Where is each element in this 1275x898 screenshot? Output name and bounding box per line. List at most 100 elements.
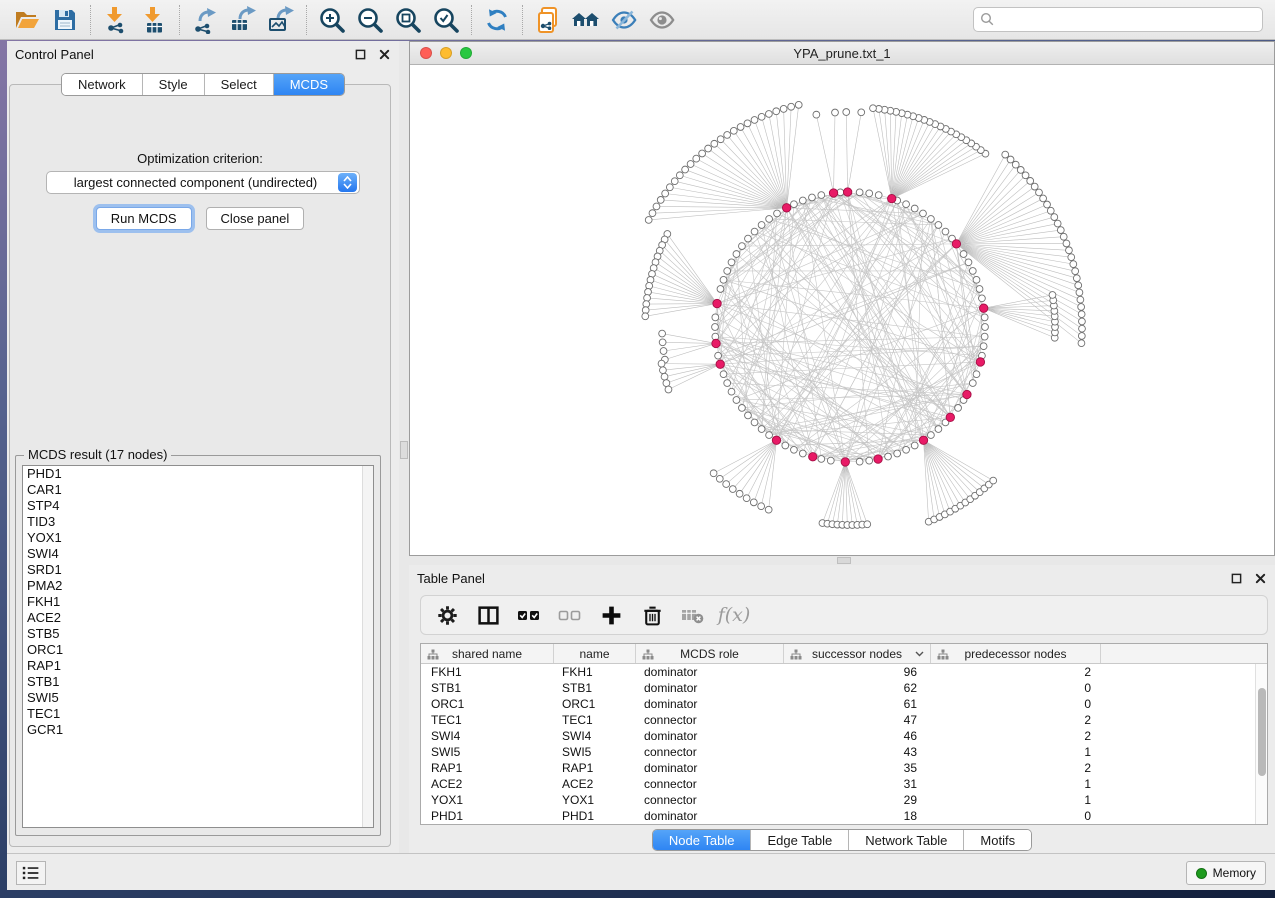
deselect-all-rows-button[interactable]	[554, 599, 586, 631]
table-row[interactable]: ACE2ACE2connector311	[421, 776, 1255, 792]
criterion-value: largest connected component (undirected)	[47, 175, 338, 190]
mcds-panel: Optimization criterion: largest connecte…	[9, 84, 391, 847]
mcds-result-item[interactable]: STB5	[23, 626, 373, 642]
split-pane-icon	[477, 604, 500, 627]
mcds-result-item[interactable]: PHD1	[23, 466, 373, 482]
table-row[interactable]: SWI5SWI5connector431	[421, 744, 1255, 760]
zoom-selected-button[interactable]	[427, 3, 465, 37]
tab-network[interactable]: Network	[62, 74, 143, 95]
network-document-button[interactable]	[529, 3, 567, 37]
tab-edge-table[interactable]: Edge Table	[751, 830, 849, 850]
export-table-button[interactable]	[224, 3, 262, 37]
delete-table-button[interactable]	[677, 599, 709, 631]
mcds-result-item[interactable]: YOX1	[23, 530, 373, 546]
mcds-result-item[interactable]: TEC1	[23, 706, 373, 722]
vertical-splitter[interactable]	[399, 41, 409, 853]
save-session-button[interactable]	[46, 3, 84, 37]
mcds-result-item[interactable]: GCR1	[23, 722, 373, 738]
refresh-layout-button[interactable]	[478, 3, 516, 37]
zoom-fit-button[interactable]	[389, 3, 427, 37]
table-row[interactable]: PHD1PHD1dominator180	[421, 808, 1255, 824]
split-view-button[interactable]	[472, 599, 504, 631]
splitter-grip[interactable]	[837, 557, 851, 564]
maximize-window-icon[interactable]	[460, 47, 472, 59]
close-window-icon[interactable]	[420, 47, 432, 59]
mcds-result-item[interactable]: ORC1	[23, 642, 373, 658]
cell-predecessor-nodes: 1	[931, 792, 1101, 808]
cell-predecessor-nodes: 2	[931, 664, 1101, 680]
float-panel-icon[interactable]	[1229, 571, 1243, 585]
close-panel-icon[interactable]	[377, 47, 391, 61]
tab-select[interactable]: Select	[205, 74, 274, 95]
close-panel-icon[interactable]	[1253, 571, 1267, 585]
mcds-result-item[interactable]: STP4	[23, 498, 373, 514]
zoom-out-button[interactable]	[351, 3, 389, 37]
hide-selected-button[interactable]	[605, 3, 643, 37]
network-graph	[410, 65, 1274, 555]
home-views-button[interactable]	[567, 3, 605, 37]
mcds-result-item[interactable]: SWI4	[23, 546, 373, 562]
splitter-grip[interactable]	[400, 441, 408, 459]
tab-motifs[interactable]: Motifs	[964, 830, 1031, 850]
export-image-button[interactable]	[262, 3, 300, 37]
memory-button[interactable]: Memory	[1186, 861, 1266, 885]
table-row[interactable]: FKH1FKH1dominator962	[421, 664, 1255, 680]
close-panel-button[interactable]: Close panel	[206, 207, 305, 230]
cell-MCDS-role: connector	[636, 744, 784, 760]
open-session-button[interactable]	[8, 3, 46, 37]
cell-name: TEC1	[554, 712, 636, 728]
refresh-icon	[483, 6, 511, 34]
column-header-shared-name[interactable]: shared name	[421, 644, 554, 663]
column-header-successor-nodes[interactable]: successor nodes	[784, 644, 931, 663]
table-row[interactable]: SWI4SWI4dominator462	[421, 728, 1255, 744]
export-network-button[interactable]	[186, 3, 224, 37]
table-scrollbar[interactable]	[1255, 664, 1267, 824]
mcds-result-item[interactable]: TID3	[23, 514, 373, 530]
table-settings-button[interactable]	[431, 599, 463, 631]
tab-network-table[interactable]: Network Table	[849, 830, 964, 850]
run-mcds-button[interactable]: Run MCDS	[96, 207, 192, 230]
mcds-result-list[interactable]: PHD1CAR1STP4TID3YOX1SWI4SRD1PMA2FKH1ACE2…	[22, 465, 374, 828]
cell-MCDS-role: dominator	[636, 664, 784, 680]
table-row[interactable]: TEC1TEC1connector472	[421, 712, 1255, 728]
show-all-button[interactable]	[643, 3, 681, 37]
search-input[interactable]	[973, 7, 1263, 32]
mcds-result-item[interactable]: STB1	[23, 674, 373, 690]
table-row[interactable]: ORC1ORC1dominator610	[421, 696, 1255, 712]
mcds-result-item[interactable]: SRD1	[23, 562, 373, 578]
column-header-name[interactable]: name	[554, 644, 636, 663]
column-header-predecessor-nodes[interactable]: predecessor nodes	[931, 644, 1101, 663]
network-window-title: YPA_prune.txt_1	[410, 46, 1274, 61]
import-network-button[interactable]	[97, 3, 135, 37]
cell-name: SWI5	[554, 744, 636, 760]
task-history-button[interactable]	[16, 861, 46, 885]
tab-style[interactable]: Style	[143, 74, 205, 95]
float-panel-icon[interactable]	[353, 47, 367, 61]
zoom-in-button[interactable]	[313, 3, 351, 37]
network-titlebar[interactable]: YPA_prune.txt_1	[410, 42, 1274, 65]
tab-node-table[interactable]: Node Table	[653, 830, 752, 850]
cell-successor-nodes: 31	[784, 776, 931, 792]
table-row[interactable]: STB1STB1dominator620	[421, 680, 1255, 696]
column-header-MCDS-role[interactable]: MCDS role	[636, 644, 784, 663]
mcds-result-item[interactable]: ACE2	[23, 610, 373, 626]
table-row[interactable]: YOX1YOX1connector291	[421, 792, 1255, 808]
mcds-result-item[interactable]: CAR1	[23, 482, 373, 498]
mcds-result-item[interactable]: SWI5	[23, 690, 373, 706]
mcds-result-item[interactable]: RAP1	[23, 658, 373, 674]
horizontal-splitter[interactable]	[409, 556, 1275, 565]
table-row[interactable]: RAP1RAP1dominator352	[421, 760, 1255, 776]
import-table-button[interactable]	[135, 3, 173, 37]
tab-mcds[interactable]: MCDS	[274, 74, 344, 95]
criterion-dropdown[interactable]: largest connected component (undirected)	[46, 171, 360, 194]
mcds-result-item[interactable]: PMA2	[23, 578, 373, 594]
delete-column-button[interactable]	[636, 599, 668, 631]
select-all-rows-button[interactable]	[513, 599, 545, 631]
add-column-button[interactable]	[595, 599, 627, 631]
minimize-window-icon[interactable]	[440, 47, 452, 59]
network-canvas[interactable]	[410, 65, 1274, 555]
mcds-result-item[interactable]: FKH1	[23, 594, 373, 610]
function-builder-button[interactable]: f(x)	[718, 599, 750, 631]
table-scrollbar-thumb[interactable]	[1258, 688, 1266, 776]
result-list-scrollbar[interactable]	[362, 466, 373, 827]
